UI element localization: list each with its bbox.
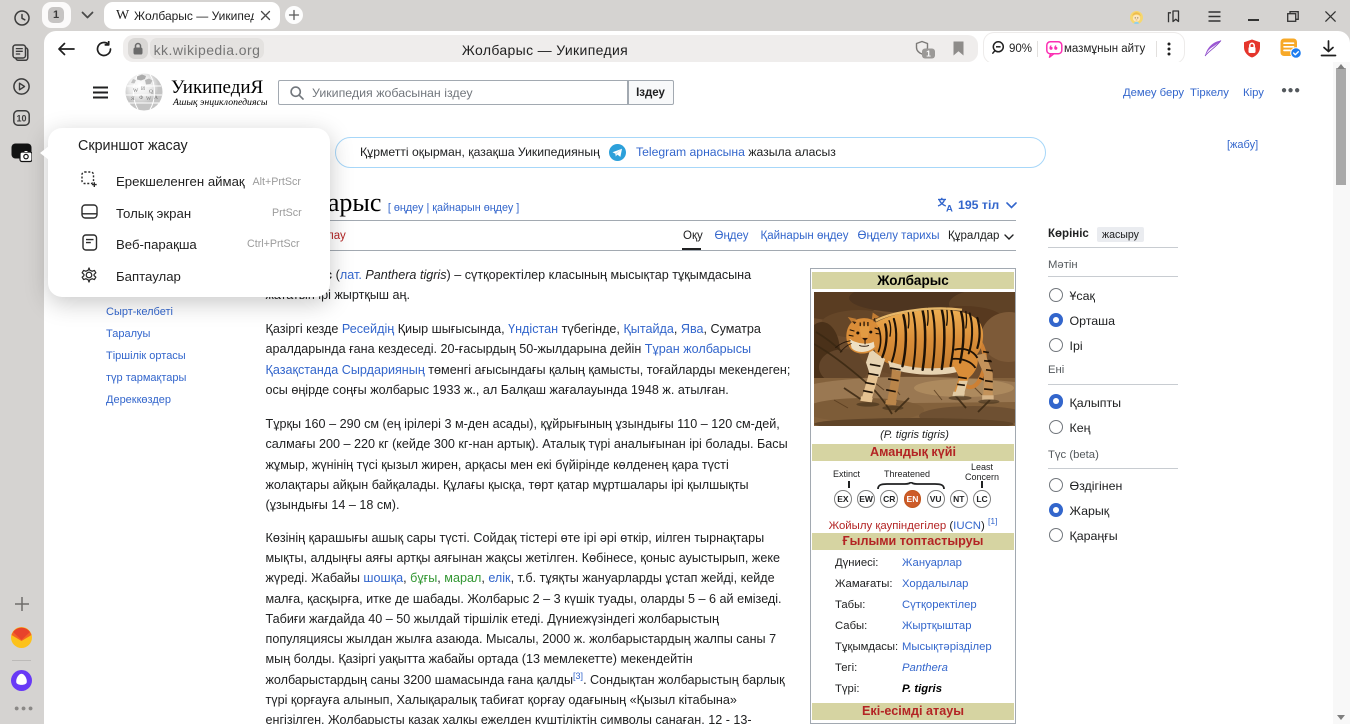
svg-text:Q: Q <box>149 89 153 95</box>
svg-text:W: W <box>133 88 139 94</box>
svg-text:A: A <box>946 204 953 213</box>
svg-text:Я: Я <box>131 96 135 102</box>
svg-text:И: И <box>141 86 145 92</box>
svg-text:10: 10 <box>16 114 26 124</box>
svg-text:Ф: Ф <box>139 95 144 101</box>
svg-text:1: 1 <box>926 48 931 58</box>
svg-text:А: А <box>154 95 158 101</box>
svg-text:W: W <box>146 96 152 102</box>
